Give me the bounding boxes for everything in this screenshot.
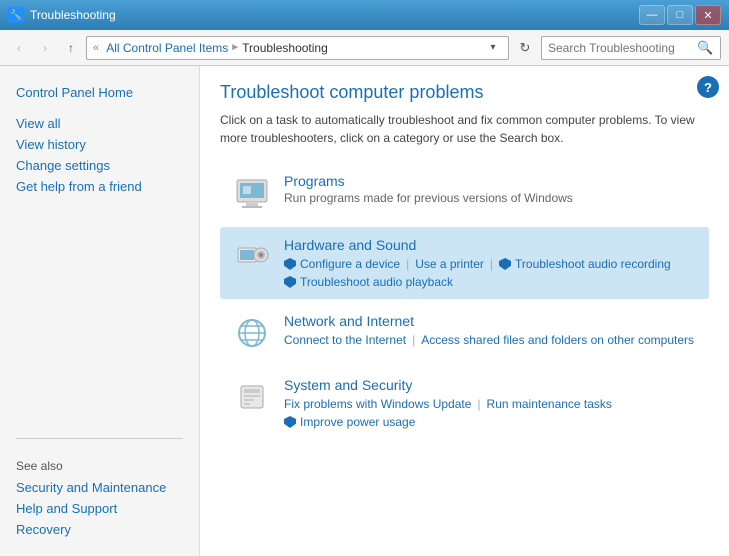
breadcrumb: « All Control Panel Items ► Troubleshoot… <box>86 36 509 60</box>
forward-button[interactable]: › <box>34 37 56 59</box>
breadcrumb-dropdown[interactable]: ▾ <box>484 39 502 57</box>
main-layout: Control Panel Home View all View history… <box>0 66 729 556</box>
search-input[interactable] <box>548 41 693 55</box>
category-security[interactable]: System and Security Fix problems with Wi… <box>220 367 709 439</box>
audio-recording-link[interactable]: Troubleshoot audio recording <box>515 257 671 271</box>
network-links: Connect to the Internet | Access shared … <box>284 333 697 347</box>
page-description: Click on a task to automatically trouble… <box>220 111 709 147</box>
shield-icon-3 <box>284 276 296 288</box>
programs-icon <box>232 173 272 213</box>
shield-icon-1 <box>284 258 296 270</box>
programs-desc: Run programs made for previous versions … <box>284 191 697 205</box>
security-text: System and Security Fix problems with Wi… <box>284 377 697 429</box>
sidebar-item-view-all[interactable]: View all <box>0 113 199 134</box>
sidebar-item-change-settings[interactable]: Change settings <box>0 155 199 176</box>
sidebar-item-control-panel-home[interactable]: Control Panel Home <box>0 82 199 103</box>
see-also-label: See also <box>0 447 199 477</box>
configure-device-link[interactable]: Configure a device <box>300 257 400 271</box>
separator-2: | <box>490 257 493 271</box>
network-text: Network and Internet Connect to the Inte… <box>284 313 697 347</box>
help-button[interactable]: ? <box>697 76 719 98</box>
hardware-icon <box>232 237 272 277</box>
category-network[interactable]: Network and Internet Connect to the Inte… <box>220 303 709 363</box>
maximize-button[interactable]: □ <box>667 5 693 25</box>
recovery-link[interactable]: Recovery <box>16 522 71 537</box>
content-area: ? Troubleshoot computer problems Click o… <box>200 66 729 556</box>
audio-playback-link[interactable]: Troubleshoot audio playback <box>300 275 453 289</box>
shield-icon-2 <box>499 258 511 270</box>
sidebar-item-get-help[interactable]: Get help from a friend <box>0 176 199 197</box>
sidebar-item-help-support[interactable]: Help and Support <box>0 498 199 519</box>
power-usage-link[interactable]: Improve power usage <box>300 415 415 429</box>
close-button[interactable]: ✕ <box>695 5 721 25</box>
security-title[interactable]: System and Security <box>284 377 412 393</box>
breadcrumb-current: Troubleshooting <box>242 41 328 55</box>
category-hardware[interactable]: Hardware and Sound Configure a device | … <box>220 227 709 299</box>
network-icon <box>232 313 272 353</box>
breadcrumb-arrows: « <box>93 42 102 54</box>
search-button[interactable]: 🔍 <box>697 38 714 58</box>
sidebar-item-view-history[interactable]: View history <box>0 134 199 155</box>
help-support-link[interactable]: Help and Support <box>16 501 117 516</box>
control-panel-home-link[interactable]: Control Panel Home <box>16 85 133 100</box>
hardware-title[interactable]: Hardware and Sound <box>284 237 416 253</box>
search-box: 🔍 <box>541 36 721 60</box>
refresh-button[interactable]: ↻ <box>513 36 537 60</box>
change-settings-link[interactable]: Change settings <box>16 158 110 173</box>
sidebar-item-security[interactable]: Security and Maintenance <box>0 477 199 498</box>
view-history-link[interactable]: View history <box>16 137 86 152</box>
connect-internet-link[interactable]: Connect to the Internet <box>284 333 406 347</box>
get-help-link[interactable]: Get help from a friend <box>16 179 142 194</box>
shared-files-link[interactable]: Access shared files and folders on other… <box>421 333 694 347</box>
programs-text: Programs Run programs made for previous … <box>284 173 697 205</box>
window-controls: — □ ✕ <box>639 5 721 25</box>
use-printer-link[interactable]: Use a printer <box>415 257 484 271</box>
windows-update-link[interactable]: Fix problems with Windows Update <box>284 397 471 411</box>
security-icon <box>232 377 272 417</box>
view-all-link[interactable]: View all <box>16 116 61 131</box>
sidebar-divider <box>16 438 183 439</box>
breadcrumb-root[interactable]: All Control Panel Items <box>106 41 228 55</box>
page-title: Troubleshoot computer problems <box>220 82 709 103</box>
security-links: Fix problems with Windows Update | Run m… <box>284 397 697 429</box>
separator-4: | <box>477 397 480 411</box>
title-bar: 🔧 Troubleshooting — □ ✕ <box>0 0 729 30</box>
shield-icon-4 <box>284 416 296 428</box>
breadcrumb-separator: ► <box>230 42 240 53</box>
hardware-links: Configure a device | Use a printer | Tro… <box>284 257 697 289</box>
maintenance-tasks-link[interactable]: Run maintenance tasks <box>487 397 612 411</box>
category-programs[interactable]: Programs Run programs made for previous … <box>220 163 709 223</box>
separator-1: | <box>406 257 409 271</box>
up-button[interactable]: ↑ <box>60 37 82 59</box>
security-maintenance-link[interactable]: Security and Maintenance <box>16 480 166 495</box>
address-bar: ‹ › ↑ « All Control Panel Items ► Troubl… <box>0 30 729 66</box>
sidebar-item-recovery[interactable]: Recovery <box>0 519 199 540</box>
minimize-button[interactable]: — <box>639 5 665 25</box>
hardware-text: Hardware and Sound Configure a device | … <box>284 237 697 289</box>
separator-3: | <box>412 333 415 347</box>
app-icon: 🔧 <box>8 7 24 23</box>
back-button[interactable]: ‹ <box>8 37 30 59</box>
network-title[interactable]: Network and Internet <box>284 313 414 329</box>
programs-title[interactable]: Programs <box>284 173 345 189</box>
window-title: Troubleshooting <box>30 8 639 22</box>
sidebar: Control Panel Home View all View history… <box>0 66 200 556</box>
